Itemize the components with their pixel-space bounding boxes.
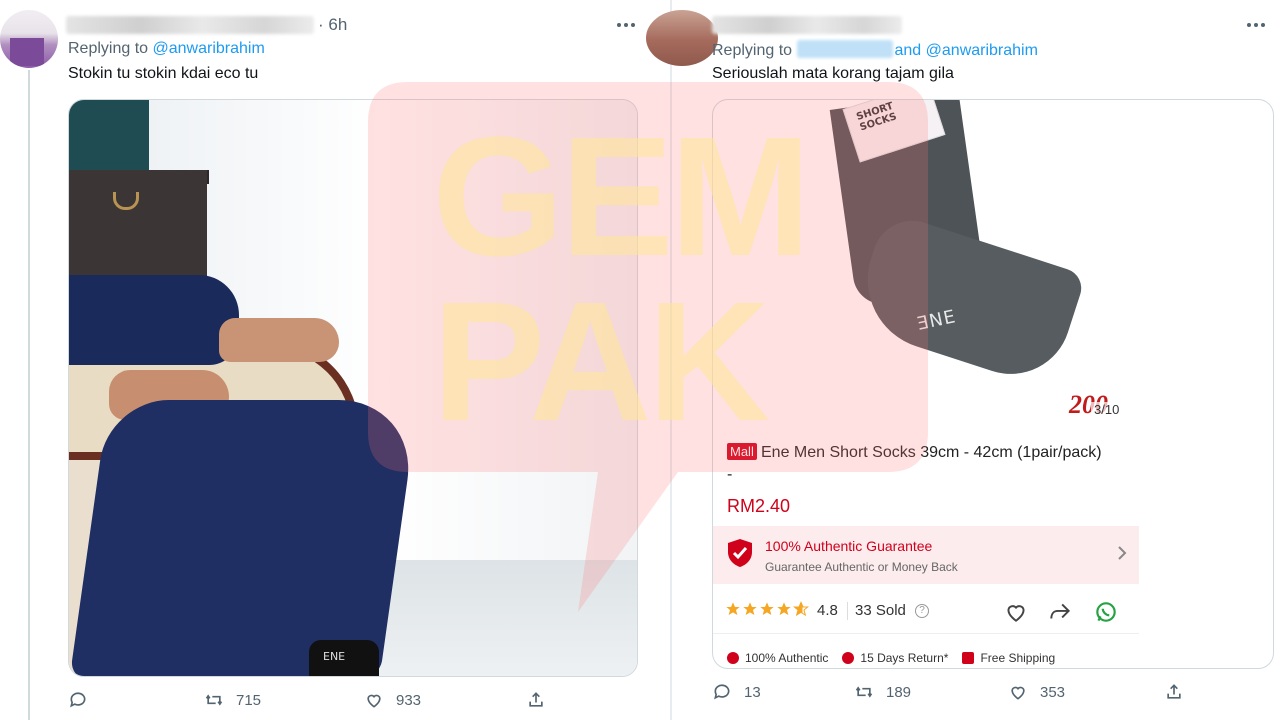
curtain <box>69 100 149 170</box>
share-arrow-icon[interactable] <box>1047 599 1073 625</box>
guarantee-title: 100% Authentic Guarantee <box>765 538 933 554</box>
product-title-continuation: - <box>727 466 733 483</box>
like-count: 353 <box>1040 683 1066 701</box>
username-blurred[interactable] <box>712 16 902 34</box>
replying-label: Replying to <box>68 40 149 57</box>
truck-icon <box>962 652 975 664</box>
mention-link[interactable]: @anwaribrahim <box>926 42 1038 59</box>
sock-brand-label: ENE <box>323 650 346 663</box>
star-icon <box>726 602 740 615</box>
tweet-time[interactable]: · 6h <box>318 15 347 35</box>
authentic-icon <box>727 652 739 664</box>
replying-label: Replying to <box>712 42 793 59</box>
sold-count: 33 Sold <box>855 602 906 619</box>
reply-count: 13 <box>744 683 761 701</box>
star-rating <box>725 601 809 617</box>
like-button[interactable]: 353 <box>1008 682 1065 702</box>
retweet-icon <box>205 694 223 706</box>
star-icon <box>760 602 774 615</box>
mall-tag: Mall <box>727 443 757 460</box>
retweet-button[interactable]: 189 <box>854 682 911 702</box>
reply-button[interactable] <box>68 690 88 710</box>
tweet-photo[interactable]: ENE <box>68 99 638 677</box>
tweet-left: · 6h Replying to @anwaribrahim Stokin tu… <box>0 0 670 720</box>
guarantee-banner[interactable]: 100% Authentic Guarantee Guarantee Authe… <box>713 526 1139 584</box>
product-title: Ene Men Short Socks 39cm - 42cm (1pair/p… <box>761 444 1102 461</box>
perk-authentic: 100% Authentic <box>727 651 828 665</box>
more-icon[interactable] <box>614 20 638 30</box>
retweet-icon <box>855 686 873 698</box>
replying-to-line: Replying to @anwaribrahim <box>68 40 265 58</box>
info-icon[interactable]: ? <box>915 604 929 618</box>
reply-button[interactable]: 13 <box>712 682 761 702</box>
upload-icon <box>1167 684 1181 699</box>
like-count: 933 <box>396 691 422 709</box>
tweet-text: Stokin tu stokin kdai eco tu <box>68 65 259 82</box>
share-button[interactable] <box>526 690 546 710</box>
rating-value: 4.8 <box>817 602 838 619</box>
retweet-count: 715 <box>236 691 262 709</box>
trousers <box>69 400 419 676</box>
return-icon <box>842 652 855 664</box>
favorite-icon[interactable] <box>1003 599 1029 625</box>
suit-sleeve <box>69 275 239 365</box>
tweet-right: Replying to and @anwaribrahim Seriouslah… <box>646 0 1280 720</box>
reply-icon <box>70 692 86 708</box>
mention-link[interactable]: @anwaribrahim <box>153 40 265 57</box>
reply-icon <box>714 684 730 700</box>
chevron-right-icon <box>1118 546 1127 560</box>
username-blurred[interactable] <box>66 16 314 34</box>
perks-row: 100% Authentic 15 Days Return* Free Ship… <box>713 646 1139 668</box>
time-value[interactable]: 6h <box>328 15 347 34</box>
product-screenshot[interactable]: SHORT SOCKS ƎNE 200 3/10 Mall Ene Men Sh… <box>712 99 1274 669</box>
replying-to-line: Replying to and @anwaribrahim <box>712 40 1038 60</box>
heart-icon <box>1011 686 1025 700</box>
perk-shipping: Free Shipping <box>962 651 1055 665</box>
mention-blurred[interactable] <box>796 40 893 58</box>
thread-line <box>28 70 30 720</box>
perk-return: 15 Days Return* <box>842 651 948 665</box>
retweet-button[interactable]: 715 <box>204 690 261 710</box>
avatar[interactable] <box>646 10 718 66</box>
avatar[interactable] <box>0 10 58 68</box>
share-button[interactable] <box>1164 682 1184 702</box>
image-counter: 3/10 <box>1091 402 1123 417</box>
retweet-count: 189 <box>886 683 912 701</box>
upload-icon <box>529 692 543 707</box>
more-icon[interactable] <box>1244 20 1268 30</box>
guarantee-subtitle: Guarantee Authentic or Money Back <box>765 560 958 574</box>
and-text: and <box>894 42 922 59</box>
heart-icon <box>367 694 381 708</box>
rating-row: 4.8 33 Sold ? <box>713 590 1139 634</box>
like-button[interactable]: 933 <box>364 690 421 710</box>
tweet-text: Seriouslah mata korang tajam gila <box>712 65 954 82</box>
whatsapp-icon[interactable] <box>1093 599 1119 625</box>
star-half-icon <box>793 601 809 617</box>
sock-image: SHORT SOCKS ƎNE <box>829 100 1087 390</box>
star-icon <box>777 602 791 615</box>
shield-icon <box>728 539 752 567</box>
star-icon <box>743 602 757 615</box>
product-price: RM2.40 <box>727 496 791 516</box>
